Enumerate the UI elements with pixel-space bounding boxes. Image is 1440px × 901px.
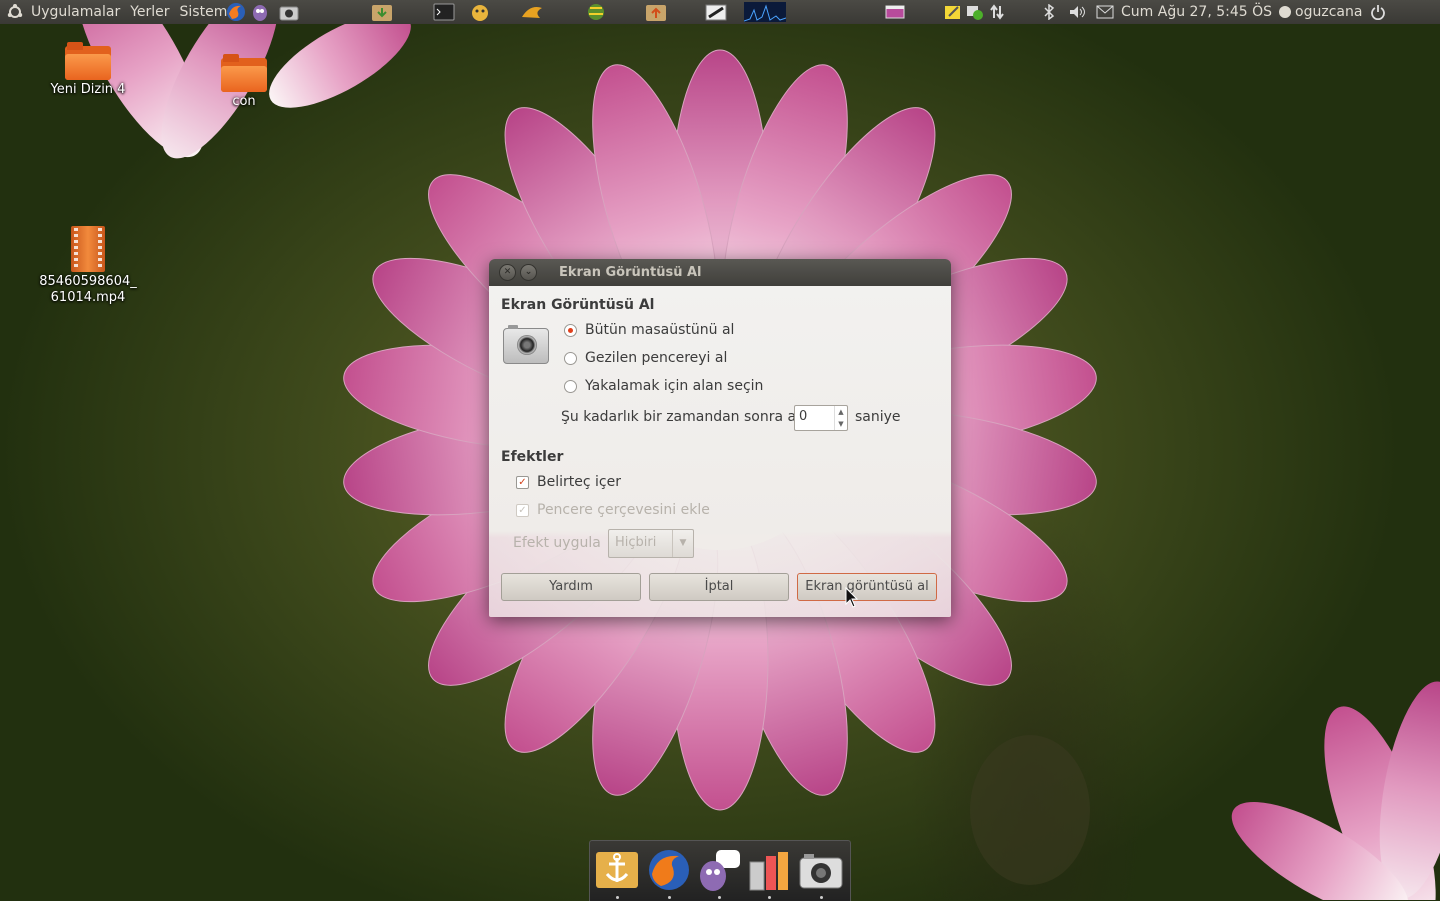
power-icon[interactable] bbox=[1367, 2, 1389, 22]
checkbox-label: Pencere çerçevesini ekle bbox=[537, 502, 710, 518]
bluetooth-icon[interactable] bbox=[1038, 2, 1060, 22]
firefox-launcher-icon[interactable] bbox=[224, 2, 248, 22]
media-app-icon[interactable] bbox=[704, 2, 728, 22]
clock[interactable]: Cum Ağu 27, 5:45 ÖS bbox=[1116, 0, 1277, 24]
checkbox-include-pointer[interactable]: ✓ Belirteç içer bbox=[516, 474, 621, 490]
radio-current-window[interactable]: Gezilen pencereyi al bbox=[564, 350, 727, 366]
menu-applications[interactable]: Uygulamalar bbox=[26, 0, 125, 24]
dialog-title: Ekran Görüntüsü Al bbox=[559, 265, 702, 280]
checkbox[interactable]: ✓ bbox=[516, 503, 529, 517]
system-monitor-icon[interactable] bbox=[744, 2, 786, 22]
mail-icon[interactable] bbox=[1094, 2, 1116, 22]
checkbox[interactable]: ✓ bbox=[516, 475, 529, 489]
folder-icon bbox=[65, 42, 111, 80]
screenshot-dialog: ✕ ⌄ Ekran Görüntüsü Al Ekran Görüntüsü A… bbox=[489, 259, 951, 617]
radio-button[interactable] bbox=[564, 379, 577, 393]
spin-down-icon[interactable]: ▼ bbox=[835, 418, 847, 430]
mouse-cursor-icon bbox=[845, 587, 859, 608]
radio-label: Bütün masaüstünü al bbox=[585, 322, 735, 338]
apply-effect-label: Efekt uygula bbox=[513, 535, 601, 551]
top-panel: Uygulamalar Yerler Sistem Cum Ağu 27, 5:… bbox=[0, 0, 1440, 24]
radio-button[interactable] bbox=[564, 351, 577, 365]
effect-select[interactable]: Hiçbiri ▼ bbox=[608, 529, 694, 558]
camera-icon bbox=[503, 325, 549, 364]
chevron-down-icon: ▼ bbox=[672, 530, 693, 557]
folder-icon bbox=[221, 54, 267, 92]
radio-label: Yakalamak için alan seçin bbox=[585, 378, 764, 394]
network-icon[interactable] bbox=[986, 2, 1008, 22]
dialog-body: Ekran Görüntüsü Al Bütün masaüstünü al G… bbox=[489, 286, 951, 617]
pidgin-launcher-icon[interactable] bbox=[248, 2, 272, 22]
dialog-titlebar[interactable]: ✕ ⌄ Ekran Görüntüsü Al bbox=[489, 259, 951, 286]
user-status-icon[interactable] bbox=[1277, 2, 1293, 22]
notes-icon[interactable] bbox=[942, 2, 964, 22]
delay-value[interactable]: 0 bbox=[799, 409, 807, 424]
desktop-icon-label: Yeni Dizin 4 bbox=[50, 82, 126, 97]
checkbox-include-border[interactable]: ✓ Pencere çerçevesini ekle bbox=[516, 502, 710, 518]
radio-button[interactable] bbox=[564, 323, 577, 337]
username[interactable]: oguzcana bbox=[1293, 0, 1367, 24]
pet-app-icon[interactable] bbox=[468, 2, 492, 22]
desktop-folder-yeni-dizin-4[interactable]: Yeni Dizin 4 bbox=[38, 42, 138, 98]
desktop-folder-con[interactable]: con bbox=[194, 54, 294, 110]
radio-label: Gezilen pencereyi al bbox=[585, 350, 728, 366]
help-button[interactable]: Yardım bbox=[501, 573, 641, 601]
pidgin-icon[interactable] bbox=[696, 847, 742, 899]
take-screenshot-button[interactable]: Ekran görüntüsü al bbox=[797, 573, 937, 601]
archive-icon[interactable] bbox=[746, 847, 792, 899]
volume-icon[interactable] bbox=[1066, 2, 1088, 22]
delay-label: Şu kadarlık bir zamandan sonra al: bbox=[561, 409, 805, 425]
spin-arrows[interactable]: ▲ ▼ bbox=[834, 406, 847, 430]
system-tray: Cum Ağu 27, 5:45 ÖS oguzcana bbox=[884, 0, 1389, 24]
camera-icon[interactable] bbox=[798, 847, 844, 899]
dock bbox=[589, 840, 851, 901]
capture-section-title: Ekran Görüntüsü Al bbox=[501, 297, 655, 313]
workspace-switcher-icon[interactable] bbox=[884, 2, 906, 22]
delay-spinbutton[interactable]: 0 ▲ ▼ bbox=[794, 405, 848, 431]
radio-select-area[interactable]: Yakalamak için alan seçin bbox=[564, 378, 763, 394]
downloads-folder-icon[interactable] bbox=[370, 2, 394, 22]
ubuntu-logo-icon[interactable] bbox=[4, 2, 26, 22]
desktop-icon-label: con bbox=[232, 94, 256, 109]
uploads-folder-icon[interactable] bbox=[644, 2, 668, 22]
spin-up-icon[interactable]: ▲ bbox=[835, 406, 847, 418]
checkbox-label: Belirteç içer bbox=[537, 474, 621, 490]
effects-section-title: Efektler bbox=[501, 449, 564, 465]
desktop-icon-label-line1: 85460598604_ bbox=[39, 274, 137, 289]
terminal-icon[interactable] bbox=[432, 2, 456, 22]
screenshot-launcher-icon[interactable] bbox=[277, 2, 301, 22]
menu-places[interactable]: Yerler bbox=[125, 0, 174, 24]
close-icon[interactable]: ✕ bbox=[499, 264, 516, 281]
radio-whole-desktop[interactable]: Bütün masaüstünü al bbox=[564, 322, 734, 338]
video-file-icon bbox=[71, 226, 105, 272]
update-notifier-icon[interactable] bbox=[964, 2, 986, 22]
firefox-icon[interactable] bbox=[646, 847, 692, 899]
cancel-button[interactable]: İptal bbox=[649, 573, 789, 601]
desktop-icon-label-line2: 61014.mp4 bbox=[50, 290, 126, 305]
anchor-icon[interactable] bbox=[594, 847, 640, 899]
banshee-icon[interactable] bbox=[520, 2, 544, 22]
globe-app-icon[interactable] bbox=[584, 2, 608, 22]
delay-unit: saniye bbox=[855, 409, 901, 425]
effect-select-value: Hiçbiri bbox=[615, 535, 657, 550]
minimize-icon[interactable]: ⌄ bbox=[520, 264, 537, 281]
desktop-video-file[interactable]: 85460598604_ 61014.mp4 bbox=[38, 226, 138, 306]
